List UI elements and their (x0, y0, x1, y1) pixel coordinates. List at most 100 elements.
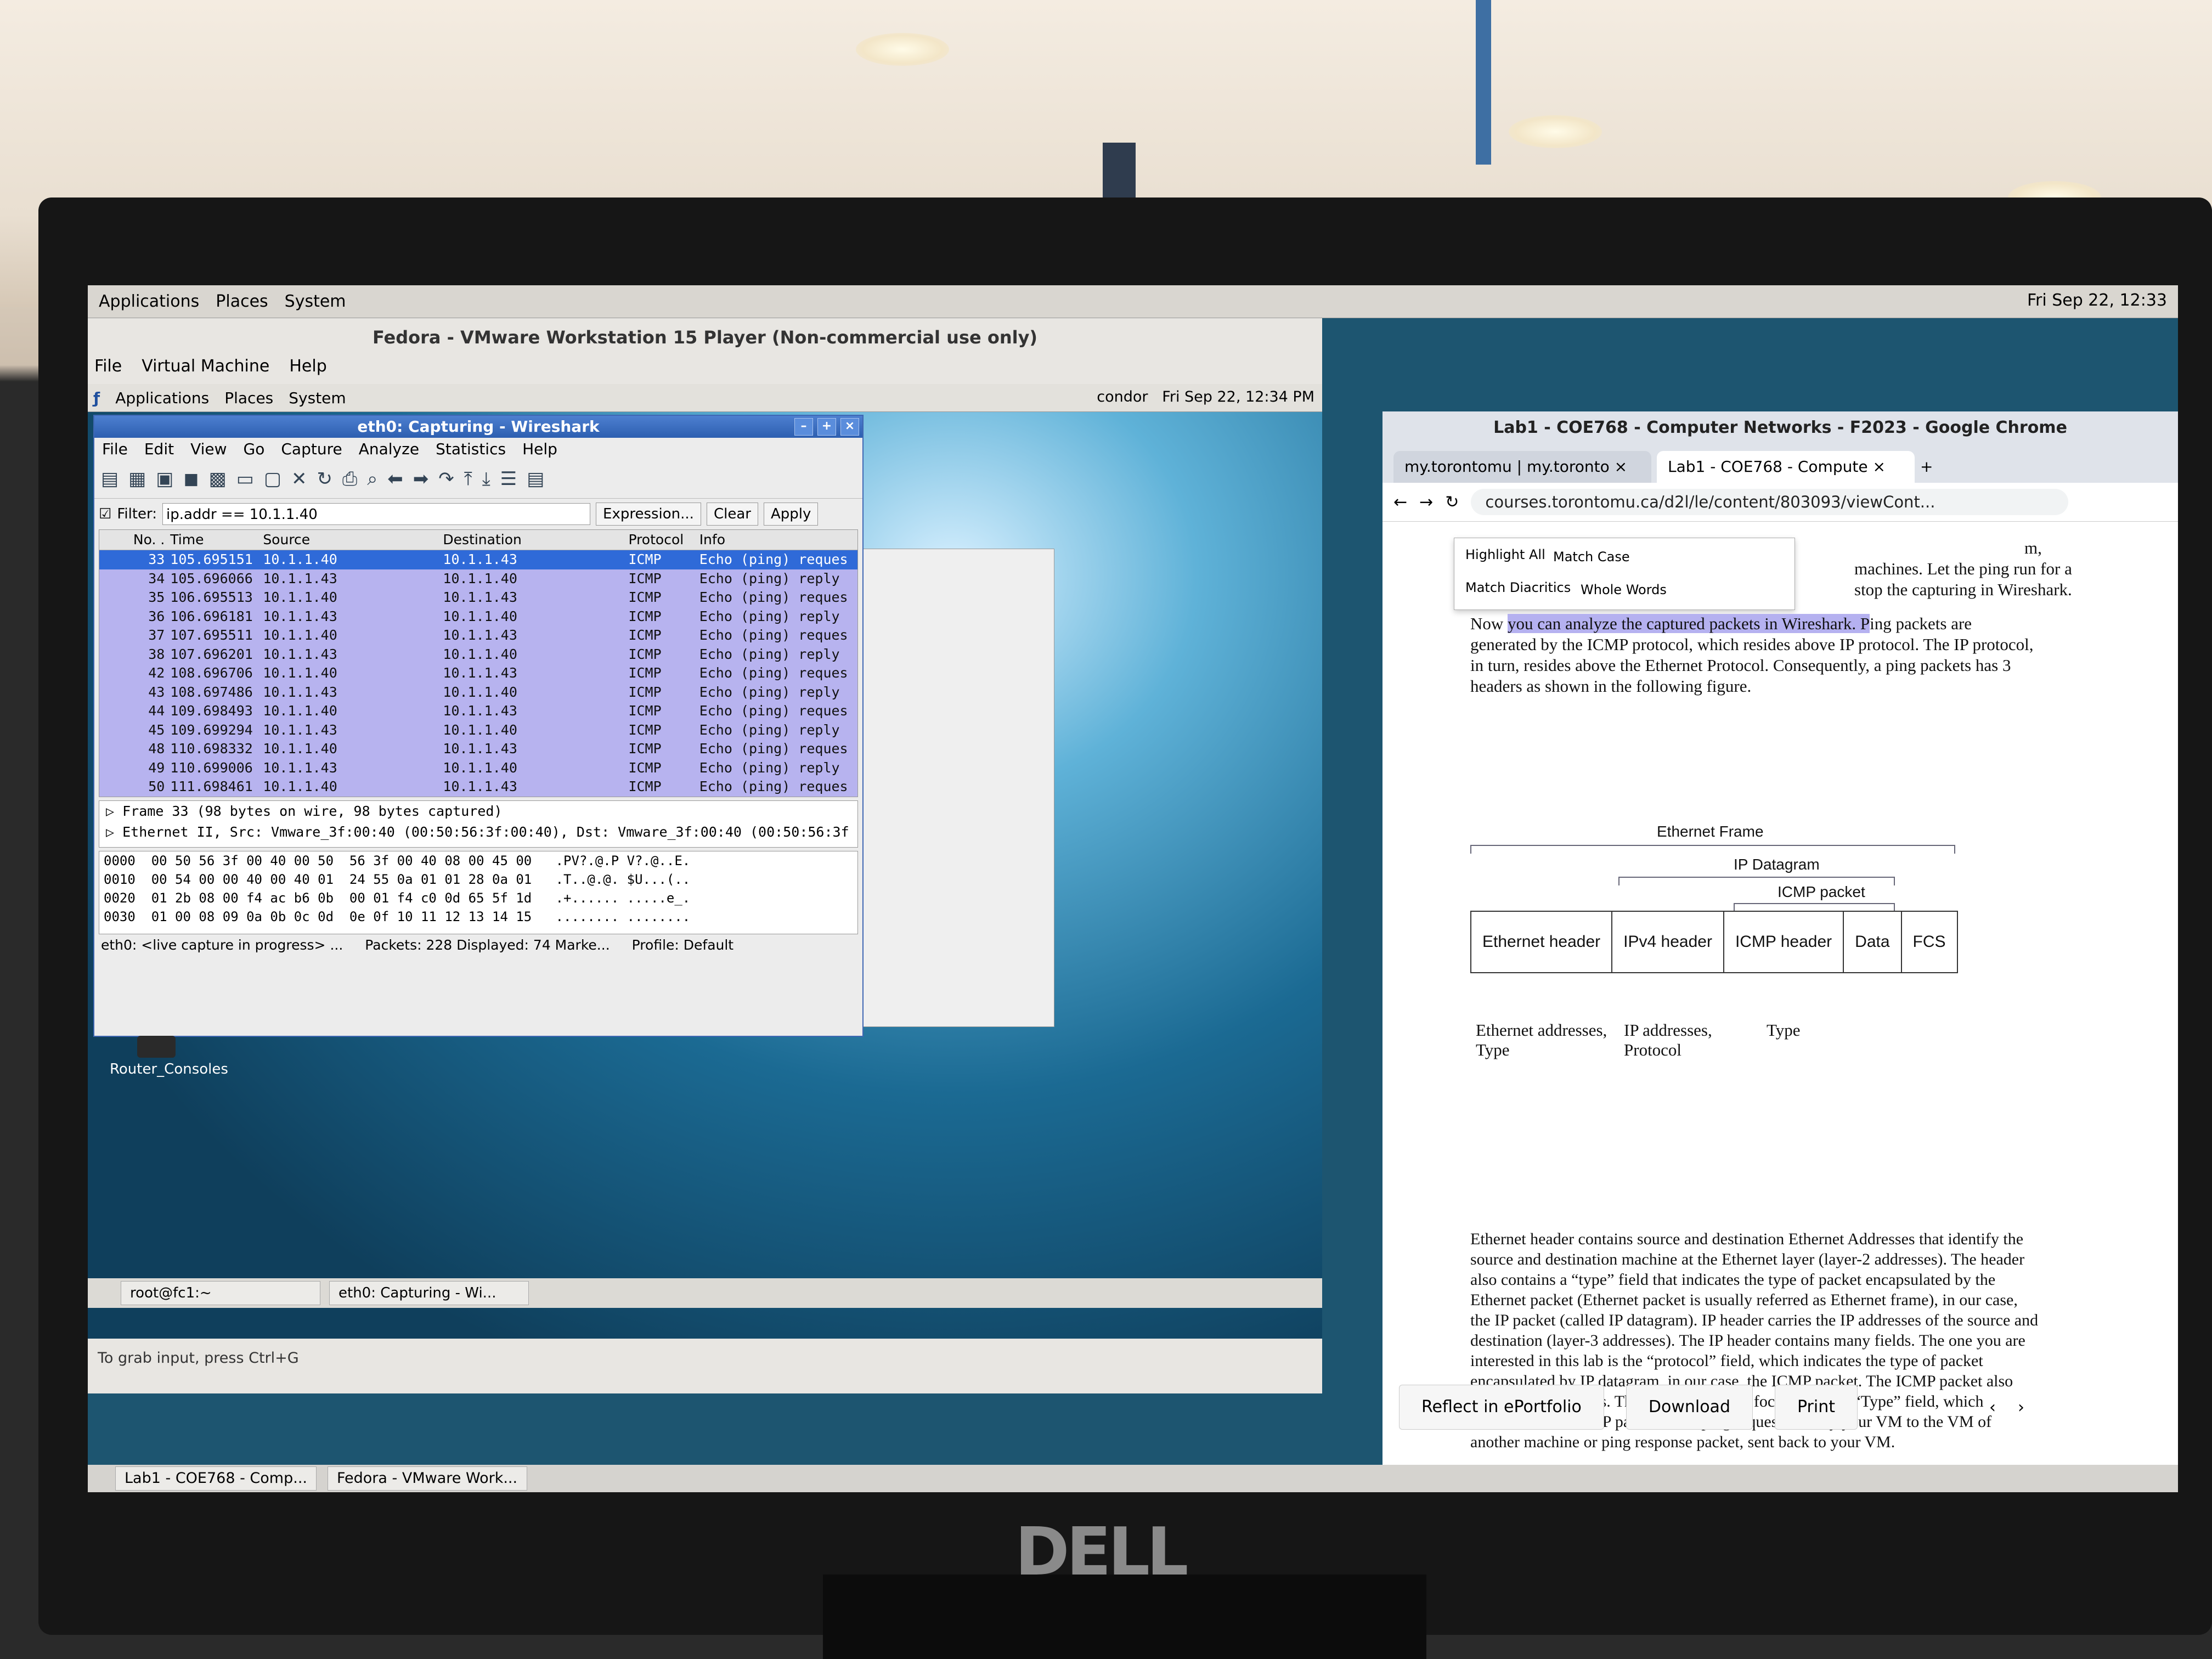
print-button[interactable]: Print (1774, 1385, 1858, 1430)
packet-row[interactable]: 43 108.697486 10.1.1.43 10.1.1.40 ICMP Echo (… (99, 682, 857, 702)
host-clock[interactable]: Fri Sep 22, 12:33 (2027, 291, 2167, 310)
last-packet-icon[interactable]: ⤓ (482, 468, 490, 490)
packet-row[interactable]: 44 109.698493 10.1.1.40 10.1.1.43 ICMP Echo (… (99, 702, 857, 721)
tab-lab1[interactable]: Lab1 - COE768 - Compute × (1657, 451, 1915, 483)
col-time[interactable]: Time (170, 530, 263, 550)
options-icon[interactable]: ▦ (128, 468, 146, 490)
reload-icon[interactable]: ↻ (1445, 493, 1459, 512)
vmware-menubar: File Virtual Machine Help (88, 357, 1322, 379)
packet-row[interactable]: 50 111.698461 10.1.1.40 10.1.1.43 ICMP Echo (… (99, 777, 857, 797)
autoscroll-icon[interactable]: ▤ (527, 468, 544, 490)
colorize-icon[interactable]: ☰ (500, 468, 517, 490)
vmware-menu-vm[interactable]: Virtual Machine (142, 357, 269, 379)
vmware-menu-help[interactable]: Help (289, 357, 326, 379)
ws-menu-go[interactable]: Go (244, 440, 265, 458)
fig-caption-ethernet: Ethernet addresses, Type (1476, 1020, 1607, 1059)
packet-cell-src: 10.1.1.40 (263, 551, 337, 567)
ws-menu-view[interactable]: View (190, 440, 227, 458)
interfaces-icon[interactable]: ▤ (101, 468, 119, 490)
col-protocol[interactable]: Protocol (628, 530, 699, 550)
host-taskbar-vmware[interactable]: Fedora - VMware Work... (327, 1466, 527, 1491)
print-icon[interactable]: ⎙ (342, 468, 357, 490)
packet-row[interactable]: 38 107.696201 10.1.1.43 10.1.1.40 ICMP Echo (… (99, 645, 857, 664)
packet-cell-dst: 10.1.1.40 (443, 721, 517, 738)
status-profile[interactable]: Profile: Default (632, 937, 733, 953)
packet-row[interactable]: 33 105.695151 10.1.1.40 10.1.1.43 ICMP Echo (… (99, 550, 857, 569)
next-page-icon[interactable]: › (2018, 1398, 2024, 1417)
guest-menu-applications[interactable]: Applications (115, 389, 209, 407)
col-destination[interactable]: Destination (443, 530, 628, 550)
packet-row[interactable]: 37 107.695511 10.1.1.40 10.1.1.43 ICMP Echo (… (99, 626, 857, 645)
col-info[interactable]: Info (699, 530, 857, 550)
expression-button[interactable]: Expression... (596, 503, 701, 526)
packet-cell-dst: 10.1.1.40 (443, 608, 517, 624)
ws-menu-file[interactable]: File (102, 440, 128, 458)
col-source[interactable]: Source (263, 530, 443, 550)
back-icon[interactable]: ⬅ (387, 468, 403, 490)
ws-menu-edit[interactable]: Edit (144, 440, 174, 458)
back-arrow-icon[interactable]: ← (1393, 493, 1407, 512)
reflect-eportfolio-button[interactable]: Reflect in ePortfolio (1399, 1385, 1604, 1430)
guest-clock[interactable]: Fri Sep 22, 12:34 PM (1162, 388, 1314, 405)
box-fcs: FCS (1912, 933, 1946, 951)
ws-menu-statistics[interactable]: Statistics (436, 440, 506, 458)
forward-arrow-icon[interactable]: → (1419, 493, 1433, 512)
goto-icon[interactable]: ↷ (438, 468, 454, 490)
packet-cell-dst: 10.1.1.43 (443, 741, 517, 757)
save-icon[interactable]: ▢ (264, 468, 281, 490)
packet-cell-no: 42 (148, 665, 165, 681)
taskbar-terminal[interactable]: root@fc1:~ (121, 1281, 320, 1305)
clear-button[interactable]: Clear (706, 503, 758, 526)
packet-cell-no: 45 (148, 721, 165, 738)
vmware-menu-file[interactable]: File (94, 357, 122, 379)
download-button[interactable]: Download (1626, 1385, 1753, 1430)
guest-user[interactable]: condor (1097, 388, 1148, 405)
host-menu-places[interactable]: Places (216, 292, 268, 311)
details-row-ethernet[interactable]: ▷ Ethernet II, Src: Vmware_3f:00:40 (00:… (99, 822, 857, 843)
ws-menu-help[interactable]: Help (522, 440, 557, 458)
address-bar[interactable]: courses.torontomu.ca/d2l/le/content/8030… (1471, 489, 2068, 515)
host-taskbar-chrome[interactable]: Lab1 - COE768 - Comp... (115, 1466, 317, 1491)
packet-row[interactable]: 42 108.696706 10.1.1.40 10.1.1.43 ICMP Echo (… (99, 664, 857, 683)
tab-mytorontomu[interactable]: my.torontomu | my.toronto × (1393, 451, 1651, 483)
taskbar-wireshark[interactable]: eth0: Capturing - Wi... (329, 1281, 529, 1305)
close-file-icon[interactable]: ✕ (291, 468, 307, 490)
forward-icon[interactable]: ➡ (413, 468, 429, 490)
filter-input[interactable]: ip.addr == 10.1.1.40 (162, 503, 591, 525)
packet-row[interactable]: 35 106.695513 10.1.1.40 10.1.1.43 ICMP Echo (… (99, 588, 857, 607)
packet-row[interactable]: 45 109.699294 10.1.1.43 10.1.1.40 ICMP Echo (… (99, 720, 857, 740)
open-icon[interactable]: ▭ (236, 468, 254, 490)
new-tab-icon[interactable]: + (1920, 451, 1933, 483)
stop-capture-icon[interactable]: ◼ (183, 468, 199, 490)
apply-button[interactable]: Apply (763, 503, 819, 526)
filter-checkbox-icon[interactable]: ☑ (99, 506, 111, 522)
host-menu-system[interactable]: System (285, 292, 346, 311)
host-menu-applications[interactable]: Applications (99, 292, 199, 311)
box-ipv4-header: IPv4 header (1612, 912, 1724, 972)
find-icon[interactable]: ⌕ (367, 468, 377, 490)
packet-row[interactable]: 49 110.699006 10.1.1.43 10.1.1.40 ICMP Echo (… (99, 758, 857, 777)
col-no[interactable]: No. . (99, 530, 170, 550)
packet-cell-no: 34 (148, 570, 165, 586)
reload-icon[interactable]: ↻ (317, 468, 332, 490)
restart-capture-icon[interactable]: ▩ (209, 468, 227, 490)
packet-cell-info: Echo (ping) reply (699, 608, 840, 624)
packet-cell-info: Echo (ping) reply (699, 684, 840, 700)
minimize-icon[interactable]: – (794, 418, 813, 436)
packet-row[interactable]: 48 110.698332 10.1.1.40 10.1.1.43 ICMP Echo (… (99, 740, 857, 759)
start-capture-icon[interactable]: ▣ (156, 468, 173, 490)
first-packet-icon[interactable]: ⤒ (464, 468, 472, 490)
packet-cell-dst: 10.1.1.40 (443, 759, 517, 776)
maximize-icon[interactable]: + (817, 418, 836, 436)
guest-menu-places[interactable]: Places (224, 389, 273, 407)
prev-page-icon[interactable]: ‹ (1989, 1398, 1996, 1417)
guest-menu-system[interactable]: System (289, 389, 346, 407)
ws-menu-capture[interactable]: Capture (281, 440, 342, 458)
details-row-frame[interactable]: ▷ Frame 33 (98 bytes on wire, 98 bytes c… (99, 801, 857, 822)
desktop-icon-router-consoles[interactable]: Router_Consoles (110, 1036, 228, 1077)
close-icon[interactable]: × (840, 418, 859, 436)
packet-row[interactable]: 34 105.696066 10.1.1.43 10.1.1.40 ICMP Echo (… (99, 569, 857, 588)
screen: Applications Places System Fri Sep 22, 1… (88, 285, 2178, 1492)
ws-menu-analyze[interactable]: Analyze (359, 440, 419, 458)
packet-row[interactable]: 36 106.696181 10.1.1.43 10.1.1.40 ICMP Echo (… (99, 607, 857, 626)
